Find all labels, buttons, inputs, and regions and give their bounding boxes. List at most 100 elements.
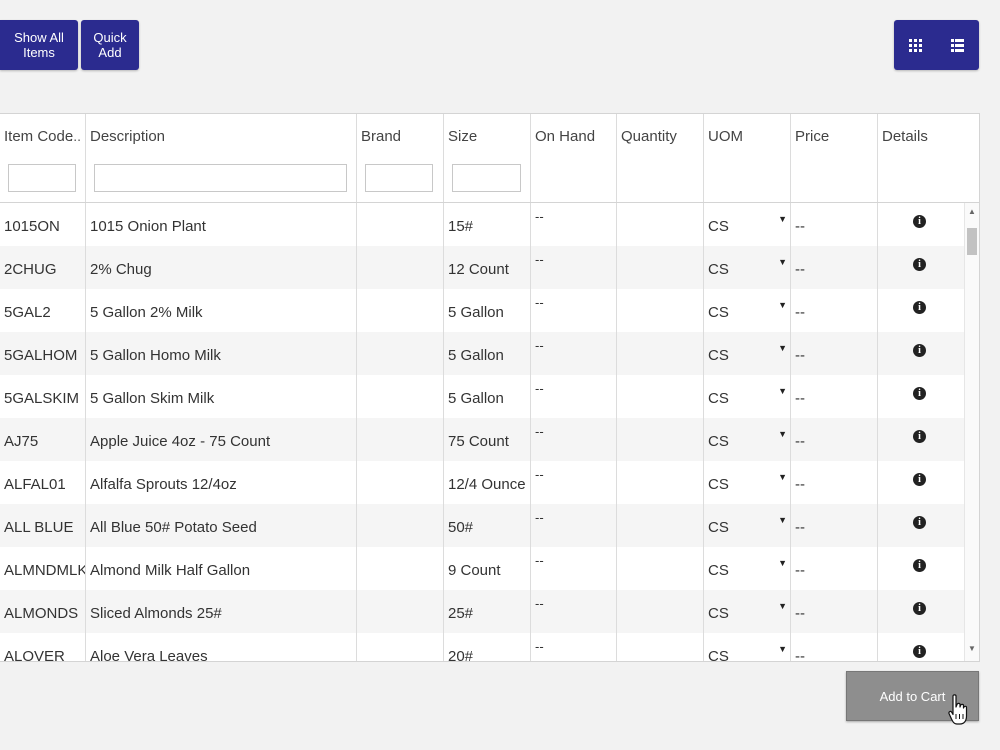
quantity-cell[interactable] bbox=[617, 547, 704, 590]
quantity-cell[interactable] bbox=[617, 203, 704, 246]
description-cell: 5 Gallon 2% Milk bbox=[86, 289, 357, 332]
column-header-label: Size bbox=[448, 128, 478, 145]
uom-cell[interactable]: CS ▼ bbox=[704, 461, 791, 504]
table-row[interactable]: ALMONDS Sliced Almonds 25# 25# -- CS ▼ -- i bbox=[0, 590, 964, 633]
uom-cell[interactable]: CS ▼ bbox=[704, 504, 791, 547]
price-cell: -- bbox=[791, 375, 878, 418]
vertical-scrollbar[interactable]: ▲ ▼ bbox=[964, 203, 979, 661]
quantity-cell[interactable] bbox=[617, 375, 704, 418]
item-code-filter-input[interactable] bbox=[8, 164, 76, 192]
details-cell: i bbox=[878, 203, 964, 246]
quantity-cell[interactable] bbox=[617, 504, 704, 547]
quick-add-button[interactable]: Quick Add bbox=[81, 20, 139, 70]
column-header-description[interactable]: Description bbox=[86, 114, 357, 202]
column-header-uom[interactable]: UOM bbox=[704, 114, 791, 202]
quantity-cell[interactable] bbox=[617, 332, 704, 375]
dropdown-arrow-icon[interactable]: ▼ bbox=[778, 601, 787, 611]
table-row[interactable]: 5GALSKIM 5 Gallon Skim Milk 5 Gallon -- CS ▼ -… bbox=[0, 375, 964, 418]
info-icon[interactable]: i bbox=[913, 301, 926, 314]
dropdown-arrow-icon[interactable]: ▼ bbox=[778, 558, 787, 568]
table-row[interactable]: AJ75 Apple Juice 4oz - 75 Count 75 Count --… bbox=[0, 418, 964, 461]
uom-cell[interactable]: CS ▼ bbox=[704, 633, 791, 661]
quantity-cell[interactable] bbox=[617, 461, 704, 504]
scroll-down-arrow-icon[interactable]: ▼ bbox=[968, 644, 976, 653]
table-row[interactable]: ALFAL01 Alfalfa Sprouts 12/4oz 12/4 Ounce -… bbox=[0, 461, 964, 504]
column-header-on-hand[interactable]: On Hand bbox=[531, 114, 617, 202]
uom-select-value: CS bbox=[708, 390, 729, 407]
description-cell: Almond Milk Half Gallon bbox=[86, 547, 357, 590]
item-code-text: ALMONDS bbox=[4, 605, 79, 622]
item-code-cell: ALFAL01 bbox=[0, 461, 86, 504]
quantity-cell[interactable] bbox=[617, 289, 704, 332]
dropdown-arrow-icon[interactable]: ▼ bbox=[778, 472, 787, 482]
on-hand-text: -- bbox=[535, 252, 544, 267]
scroll-up-arrow-icon[interactable]: ▲ bbox=[968, 207, 976, 216]
show-all-items-button[interactable]: Show All Items bbox=[0, 20, 78, 70]
dropdown-arrow-icon[interactable]: ▼ bbox=[778, 300, 787, 310]
table-row[interactable]: ALMNDMLK Almond Milk Half Gallon 9 Count --… bbox=[0, 547, 964, 590]
scrollbar-thumb[interactable] bbox=[967, 228, 977, 255]
uom-cell[interactable]: CS ▼ bbox=[704, 418, 791, 461]
column-header-label: Item Code bbox=[4, 128, 74, 145]
price-text: -- bbox=[795, 562, 805, 579]
column-header-details[interactable]: Details bbox=[878, 114, 979, 202]
price-cell: -- bbox=[791, 590, 878, 633]
description-filter-input[interactable] bbox=[94, 164, 347, 192]
list-view-button[interactable] bbox=[937, 20, 980, 70]
description-text: 5 Gallon 2% Milk bbox=[90, 304, 203, 321]
quantity-cell[interactable] bbox=[617, 590, 704, 633]
uom-cell[interactable]: CS ▼ bbox=[704, 590, 791, 633]
info-icon[interactable]: i bbox=[913, 602, 926, 615]
grid-view-button[interactable] bbox=[894, 20, 937, 70]
table-row[interactable]: ALOVER Aloe Vera Leaves 20# -- CS ▼ -- i bbox=[0, 633, 964, 661]
price-cell: -- bbox=[791, 332, 878, 375]
size-text: 5 Gallon bbox=[448, 390, 504, 407]
column-menu-icon[interactable]: ... bbox=[69, 128, 81, 144]
info-icon[interactable]: i bbox=[913, 387, 926, 400]
info-icon[interactable]: i bbox=[913, 516, 926, 529]
brand-filter-input[interactable] bbox=[365, 164, 433, 192]
column-header-brand[interactable]: Brand bbox=[357, 114, 444, 202]
column-header-item-code[interactable]: Item Code... bbox=[0, 114, 86, 202]
brand-cell bbox=[357, 461, 444, 504]
table-row[interactable]: ALL BLUE All Blue 50# Potato Seed 50# -- CS ▼… bbox=[0, 504, 964, 547]
dropdown-arrow-icon[interactable]: ▼ bbox=[778, 386, 787, 396]
dropdown-arrow-icon[interactable]: ▼ bbox=[778, 214, 787, 224]
column-header-price[interactable]: Price bbox=[791, 114, 878, 202]
table-row[interactable]: 2CHUG 2% Chug 12 Count -- CS ▼ -- i bbox=[0, 246, 964, 289]
column-header-quantity[interactable]: Quantity bbox=[617, 114, 704, 202]
table-row[interactable]: 5GALHOM 5 Gallon Homo Milk 5 Gallon -- CS ▼ --… bbox=[0, 332, 964, 375]
info-icon[interactable]: i bbox=[913, 344, 926, 357]
uom-cell[interactable]: CS ▼ bbox=[704, 547, 791, 590]
table-row[interactable]: 5GAL2 5 Gallon 2% Milk 5 Gallon -- CS ▼ -- i bbox=[0, 289, 964, 332]
dropdown-arrow-icon[interactable]: ▼ bbox=[778, 644, 787, 654]
info-icon[interactable]: i bbox=[913, 559, 926, 572]
info-icon[interactable]: i bbox=[913, 473, 926, 486]
info-icon[interactable]: i bbox=[913, 215, 926, 228]
dropdown-arrow-icon[interactable]: ▼ bbox=[778, 429, 787, 439]
uom-cell[interactable]: CS ▼ bbox=[704, 246, 791, 289]
price-text: -- bbox=[795, 390, 805, 407]
price-cell: -- bbox=[791, 633, 878, 661]
info-icon[interactable]: i bbox=[913, 258, 926, 271]
item-code-cell: 1015ON bbox=[0, 203, 86, 246]
description-cell: Alfalfa Sprouts 12/4oz bbox=[86, 461, 357, 504]
dropdown-arrow-icon[interactable]: ▼ bbox=[778, 515, 787, 525]
uom-cell[interactable]: CS ▼ bbox=[704, 375, 791, 418]
table-row[interactable]: 1015ON 1015 Onion Plant 15# -- CS ▼ -- i bbox=[0, 203, 964, 246]
price-cell: -- bbox=[791, 547, 878, 590]
uom-cell[interactable]: CS ▼ bbox=[704, 203, 791, 246]
price-cell: -- bbox=[791, 504, 878, 547]
quantity-cell[interactable] bbox=[617, 246, 704, 289]
info-icon[interactable]: i bbox=[913, 430, 926, 443]
size-filter-input[interactable] bbox=[452, 164, 521, 192]
uom-cell[interactable]: CS ▼ bbox=[704, 332, 791, 375]
uom-cell[interactable]: CS ▼ bbox=[704, 289, 791, 332]
description-text: Alfalfa Sprouts 12/4oz bbox=[90, 476, 237, 493]
dropdown-arrow-icon[interactable]: ▼ bbox=[778, 343, 787, 353]
info-icon[interactable]: i bbox=[913, 645, 926, 658]
quantity-cell[interactable] bbox=[617, 418, 704, 461]
dropdown-arrow-icon[interactable]: ▼ bbox=[778, 257, 787, 267]
column-header-size[interactable]: Size bbox=[444, 114, 531, 202]
quantity-cell[interactable] bbox=[617, 633, 704, 661]
